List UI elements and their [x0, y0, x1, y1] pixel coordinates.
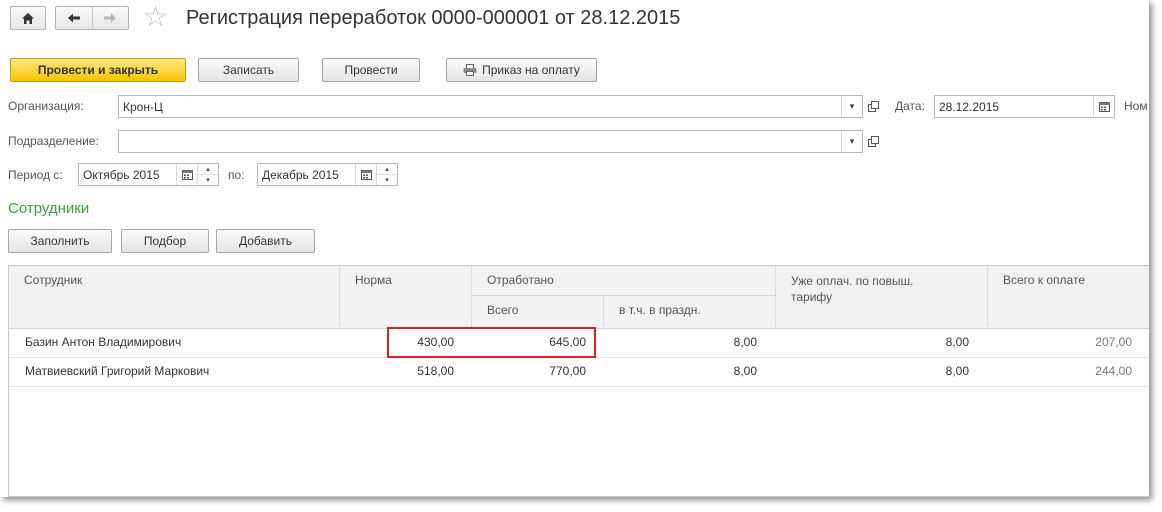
- back-button[interactable]: [56, 7, 92, 29]
- chevron-down-icon: ▾: [849, 101, 855, 111]
- period-from-spinner[interactable]: ▴ ▾: [197, 164, 218, 185]
- cell-already-paid: 8,00: [945, 364, 969, 378]
- column-total-to-pay[interactable]: Всего к оплате: [987, 266, 1149, 327]
- cell-employee: Матвиевский Григорий Маркович: [25, 364, 210, 378]
- spin-down-icon[interactable]: ▾: [377, 174, 397, 185]
- home-icon: [22, 12, 34, 24]
- cell-norm: 518,00: [417, 364, 454, 378]
- period-from-label: Период с:: [8, 168, 63, 182]
- spin-down-icon[interactable]: ▾: [198, 174, 218, 185]
- payment-order-button[interactable]: Приказ на оплату: [446, 58, 597, 82]
- organization-open-button[interactable]: [864, 97, 882, 116]
- calendar-icon: [1098, 101, 1110, 112]
- printer-icon: [463, 64, 477, 76]
- organization-dropdown-button[interactable]: ▾: [841, 96, 862, 117]
- open-form-icon: [867, 101, 879, 112]
- cell-worked-holidays: 8,00: [733, 364, 757, 378]
- date-value: 28.12.2015: [939, 99, 1000, 114]
- window-title: Регистрация переработок 0000-000001 от 2…: [186, 7, 681, 29]
- fill-button[interactable]: Заполнить: [8, 229, 112, 253]
- period-to-field[interactable]: Декабрь 2015 ▴ ▾: [257, 163, 398, 186]
- cell-already-paid: 8,00: [945, 335, 969, 349]
- document-window: ☆ Регистрация переработок 0000-000001 от…: [0, 0, 1149, 497]
- forward-button[interactable]: [91, 7, 129, 29]
- cell-employee: Базин Антон Владимирович: [25, 335, 182, 349]
- chevron-down-icon: ▾: [849, 136, 855, 146]
- period-to-label: по:: [228, 168, 245, 182]
- table-row[interactable]: Матвиевский Григорий Маркович 518,00 770…: [9, 357, 1149, 387]
- department-field[interactable]: ▾: [118, 130, 863, 153]
- column-already-paid[interactable]: Уже оплач. по повыш. тарифу: [775, 266, 987, 327]
- period-from-calendar-button[interactable]: [176, 164, 197, 185]
- highlight-box: [387, 327, 596, 358]
- history-navigation: [55, 6, 129, 30]
- number-label: Ном: [1124, 99, 1148, 113]
- organization-value: Крон-Ц: [123, 99, 163, 114]
- arrow-left-icon: [67, 13, 80, 23]
- add-button[interactable]: Добавить: [216, 229, 315, 253]
- cell-total-to-pay: 244,00: [1095, 364, 1132, 378]
- column-employee[interactable]: Сотрудник: [9, 266, 339, 327]
- period-to-value: Декабрь 2015: [262, 167, 339, 182]
- calendar-icon: [181, 169, 193, 180]
- column-worked-holidays[interactable]: в т.ч. в праздн.: [603, 296, 775, 327]
- cell-worked-holidays: 8,00: [733, 335, 757, 349]
- save-button[interactable]: Записать: [198, 58, 299, 82]
- post-button[interactable]: Провести: [322, 58, 420, 82]
- home-button[interactable]: [10, 6, 46, 30]
- date-label: Дата:: [895, 99, 925, 113]
- calendar-icon: [360, 169, 372, 180]
- arrow-right-icon: [104, 13, 117, 23]
- period-to-calendar-button[interactable]: [355, 164, 376, 185]
- cell-total-to-pay: 207,00: [1095, 335, 1132, 349]
- period-from-value: Октябрь 2015: [83, 167, 160, 182]
- department-dropdown-button[interactable]: ▾: [841, 131, 862, 152]
- column-worked-total[interactable]: Всего: [471, 296, 603, 327]
- spin-up-icon[interactable]: ▴: [377, 164, 397, 174]
- date-field[interactable]: 28.12.2015: [934, 95, 1115, 118]
- post-and-close-button[interactable]: Провести и закрыть: [10, 58, 186, 82]
- column-norm[interactable]: Норма: [339, 266, 471, 327]
- table-header: Сотрудник Норма Отработано Всего в т.ч. …: [9, 266, 1149, 329]
- employees-section-title: Сотрудники: [8, 200, 90, 217]
- organization-label: Организация:: [8, 99, 84, 113]
- select-button[interactable]: Подбор: [121, 229, 209, 253]
- department-label: Подразделение:: [8, 134, 99, 148]
- date-picker-button[interactable]: [1093, 96, 1114, 117]
- column-group-worked: Отработано: [471, 266, 775, 296]
- period-from-field[interactable]: Октябрь 2015 ▴ ▾: [78, 163, 219, 186]
- favorite-star-icon[interactable]: ☆: [143, 2, 168, 32]
- department-open-button[interactable]: [864, 132, 882, 151]
- period-to-spinner[interactable]: ▴ ▾: [376, 164, 397, 185]
- organization-field[interactable]: Крон-Ц ▾: [118, 95, 863, 118]
- open-form-icon: [867, 136, 879, 147]
- employees-table: Сотрудник Норма Отработано Всего в т.ч. …: [8, 265, 1149, 497]
- payment-order-label: Приказ на оплату: [482, 63, 580, 77]
- cell-worked-total: 770,00: [549, 364, 586, 378]
- spin-up-icon[interactable]: ▴: [198, 164, 218, 174]
